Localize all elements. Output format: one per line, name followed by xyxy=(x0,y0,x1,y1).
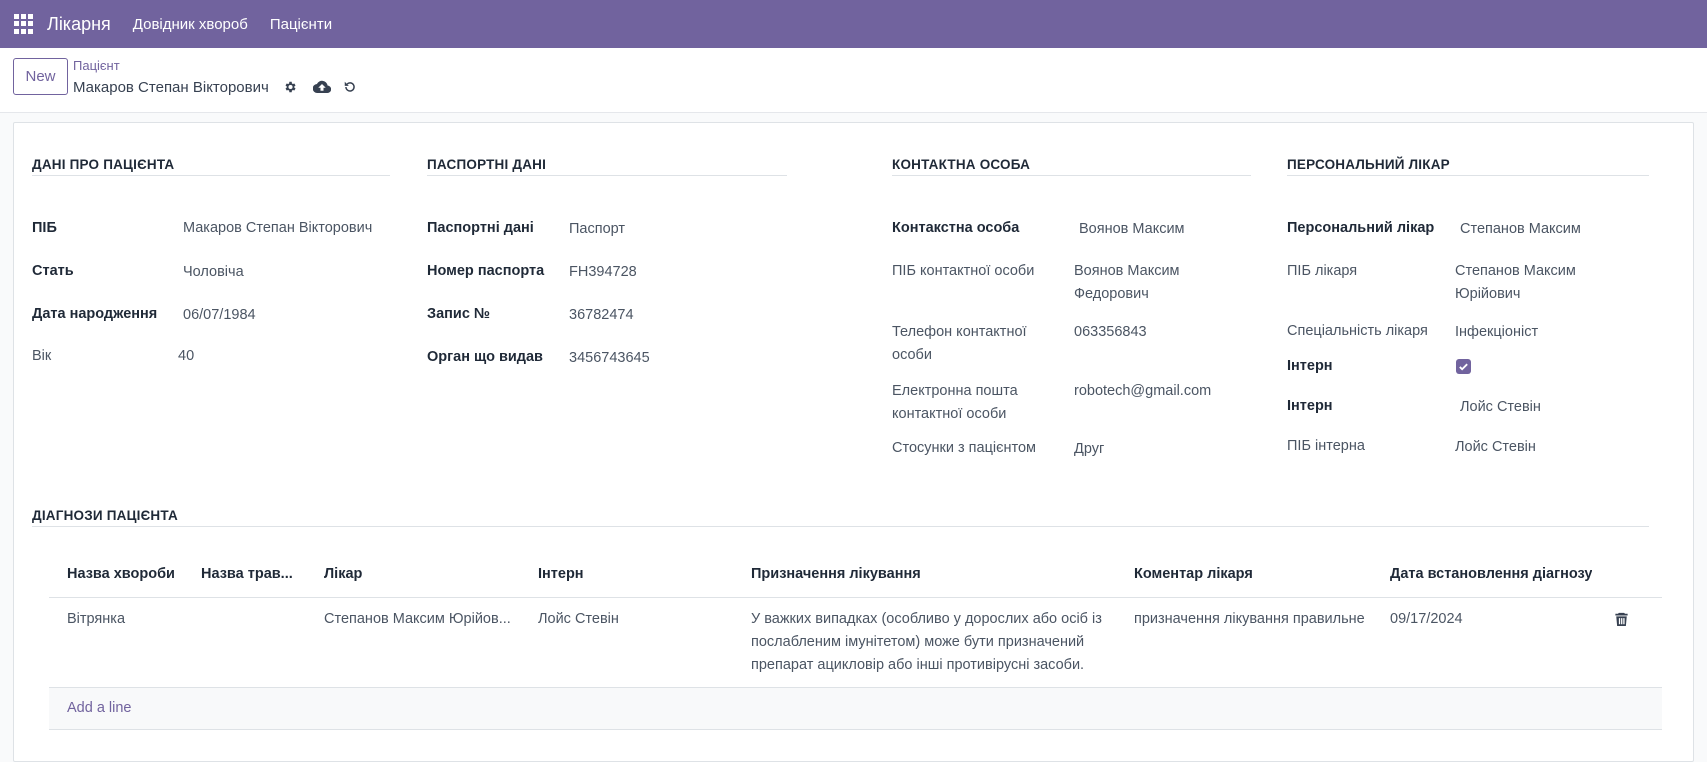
new-button[interactable]: New xyxy=(13,58,68,95)
field-dob[interactable]: 06/07/1984 xyxy=(183,304,256,327)
label-contact-fullname: ПІБ контактної особи xyxy=(892,263,1035,279)
field-issuer[interactable]: 3456743645 xyxy=(569,347,650,370)
field-passport-doc[interactable]: Паспорт xyxy=(569,218,625,241)
column-intern[interactable]: Інтерн xyxy=(538,566,584,582)
cell-intern: Лойс Стевін xyxy=(538,611,619,627)
field-doctor-speciality: Інфекціоніст xyxy=(1455,324,1539,340)
table-header: Назва хвороби Назва трав... Лікар Інтерн… xyxy=(49,553,1662,598)
section-title-contact: КОНТАКТНА ОСОБА xyxy=(892,157,1031,172)
label-contact-email-line2: контактної особи xyxy=(892,406,1007,422)
label-passport-number: Номер паспорта xyxy=(427,263,545,279)
label-gender: Стать xyxy=(32,263,74,279)
top-navbar: Лікарня Довідник хвороб Пацієнти xyxy=(0,0,1707,48)
label-doctor-fullname: ПІБ лікаря xyxy=(1287,263,1358,279)
form-sheet: ДАНІ ПРО ПАЦІЄНТА ПІБ Макаров Степан Вік… xyxy=(13,122,1694,762)
field-age: 40 xyxy=(178,348,195,364)
field-personal-doctor[interactable]: Степанов Максим xyxy=(1460,218,1581,241)
divider xyxy=(32,175,390,176)
intern-checkbox[interactable] xyxy=(1456,359,1471,374)
divider xyxy=(1287,175,1649,176)
label-relation: Стосунки з пацієнтом xyxy=(892,440,1037,456)
column-injury[interactable]: Назва трав... xyxy=(201,566,311,582)
label-contact-phone-line2: особи xyxy=(892,347,932,363)
column-comment[interactable]: Коментар лікаря xyxy=(1134,566,1253,582)
section-title-passport: ПАСПОРТНІ ДАНІ xyxy=(427,157,547,172)
divider xyxy=(892,175,1251,176)
label-age: Вік xyxy=(32,348,52,364)
label-contact-email: Електронна пошта контактної особи xyxy=(892,380,1018,426)
menu-patients[interactable]: Пацієнти xyxy=(270,16,332,33)
label-dob: Дата народження xyxy=(32,306,158,322)
cell-treatment: У важких випадках (особливо у дорослих а… xyxy=(751,608,1102,677)
breadcrumb-parent[interactable]: Пацієнт xyxy=(73,58,120,73)
cell-treatment-line2: послабленим імунітетом) може бути призна… xyxy=(751,634,1085,650)
table-row[interactable]: Вітрянка Степанов Максим Юрійов... Лойс … xyxy=(49,598,1662,688)
field-doctor-fullname-line2: Юрійович xyxy=(1455,286,1521,302)
breadcrumb-current: Макаров Степан Вікторович xyxy=(73,78,269,96)
label-issuer: Орган що видав xyxy=(427,349,543,365)
gear-icon[interactable] xyxy=(281,78,299,96)
field-intern[interactable]: Лойс Стевін xyxy=(1460,396,1541,419)
label-intern-fullname: ПІБ інтерна xyxy=(1287,438,1365,454)
add-line-link[interactable]: Add a line xyxy=(67,700,132,716)
control-panel: New Пацієнт Макаров Степан Вікторович xyxy=(0,48,1707,113)
section-title-patient: ДАНІ ПРО ПАЦІЄНТА xyxy=(32,157,175,172)
field-contact-person[interactable]: Воянов Максим xyxy=(1079,218,1185,241)
cell-treatment-line3: препарат ацикловір або інші противірусні… xyxy=(751,657,1085,673)
label-passport-doc: Паспортні дані xyxy=(427,220,534,236)
apps-grid-icon[interactable] xyxy=(14,14,34,34)
cell-diagnosis-date: 09/17/2024 xyxy=(1390,611,1463,627)
divider xyxy=(32,526,1649,527)
label-name: ПІБ xyxy=(32,220,57,236)
label-record-number: Запис № xyxy=(427,306,491,322)
cell-treatment-line1: У важких випадках (особливо у дорослих а… xyxy=(751,611,1102,627)
cell-comment: призначення лікування правильне xyxy=(1134,611,1365,627)
field-name[interactable]: Макаров Степан Вікторович xyxy=(183,217,372,240)
label-intern-flag: Інтерн xyxy=(1287,358,1333,374)
undo-icon[interactable] xyxy=(341,78,359,96)
field-record-number[interactable]: 36782474 xyxy=(569,304,634,327)
app-name[interactable]: Лікарня xyxy=(47,14,111,35)
field-contact-fullname: Воянов Максим Федорович xyxy=(1074,260,1180,306)
field-contact-fullname-line1: Воянов Максим xyxy=(1074,263,1180,279)
menu-diseases[interactable]: Довідник хвороб xyxy=(133,16,248,33)
column-diagnosis-date[interactable]: Дата встановлення діагнозу xyxy=(1390,566,1592,582)
label-contact-phone: Телефон контактної особи xyxy=(892,321,1027,367)
label-contact-phone-line1: Телефон контактної xyxy=(892,324,1027,340)
add-line-row: Add a line xyxy=(49,688,1662,730)
breadcrumb: Макаров Степан Вікторович xyxy=(73,78,359,96)
cell-doctor: Степанов Максим Юрійов... xyxy=(324,611,511,627)
label-contact-email-line1: Електронна пошта xyxy=(892,383,1018,399)
trash-icon[interactable] xyxy=(1615,612,1628,629)
label-doctor-speciality: Спеціальність лікаря xyxy=(1287,323,1428,339)
field-contact-phone: 063356843 xyxy=(1074,324,1147,340)
field-intern-fullname: Лойс Стевін xyxy=(1455,439,1536,455)
label-contact-person: Контакстна особа xyxy=(892,220,1020,236)
label-personal-doctor: Персональний лікар xyxy=(1287,220,1435,236)
label-intern: Інтерн xyxy=(1287,398,1333,414)
field-gender[interactable]: Чоловіча xyxy=(183,261,244,284)
field-relation: Друг xyxy=(1074,441,1105,457)
column-doctor[interactable]: Лікар xyxy=(324,566,362,582)
divider xyxy=(427,175,787,176)
field-contact-email: robotech@gmail.com xyxy=(1074,383,1212,399)
field-doctor-fullname: Степанов Максим Юрійович xyxy=(1455,260,1576,306)
field-passport-number[interactable]: FH394728 xyxy=(569,261,637,284)
cloud-upload-icon[interactable] xyxy=(312,78,331,96)
section-title-diagnoses: ДІАГНОЗИ ПАЦІЄНТА xyxy=(32,508,178,523)
column-treatment[interactable]: Призначення лікування xyxy=(751,566,921,582)
field-doctor-fullname-line1: Степанов Максим xyxy=(1455,263,1576,279)
field-contact-fullname-line2: Федорович xyxy=(1074,286,1149,302)
column-disease[interactable]: Назва хвороби xyxy=(67,566,192,582)
section-title-doctor: ПЕРСОНАЛЬНИЙ ЛІКАР xyxy=(1287,157,1450,172)
cell-disease: Вітрянка xyxy=(67,611,126,627)
